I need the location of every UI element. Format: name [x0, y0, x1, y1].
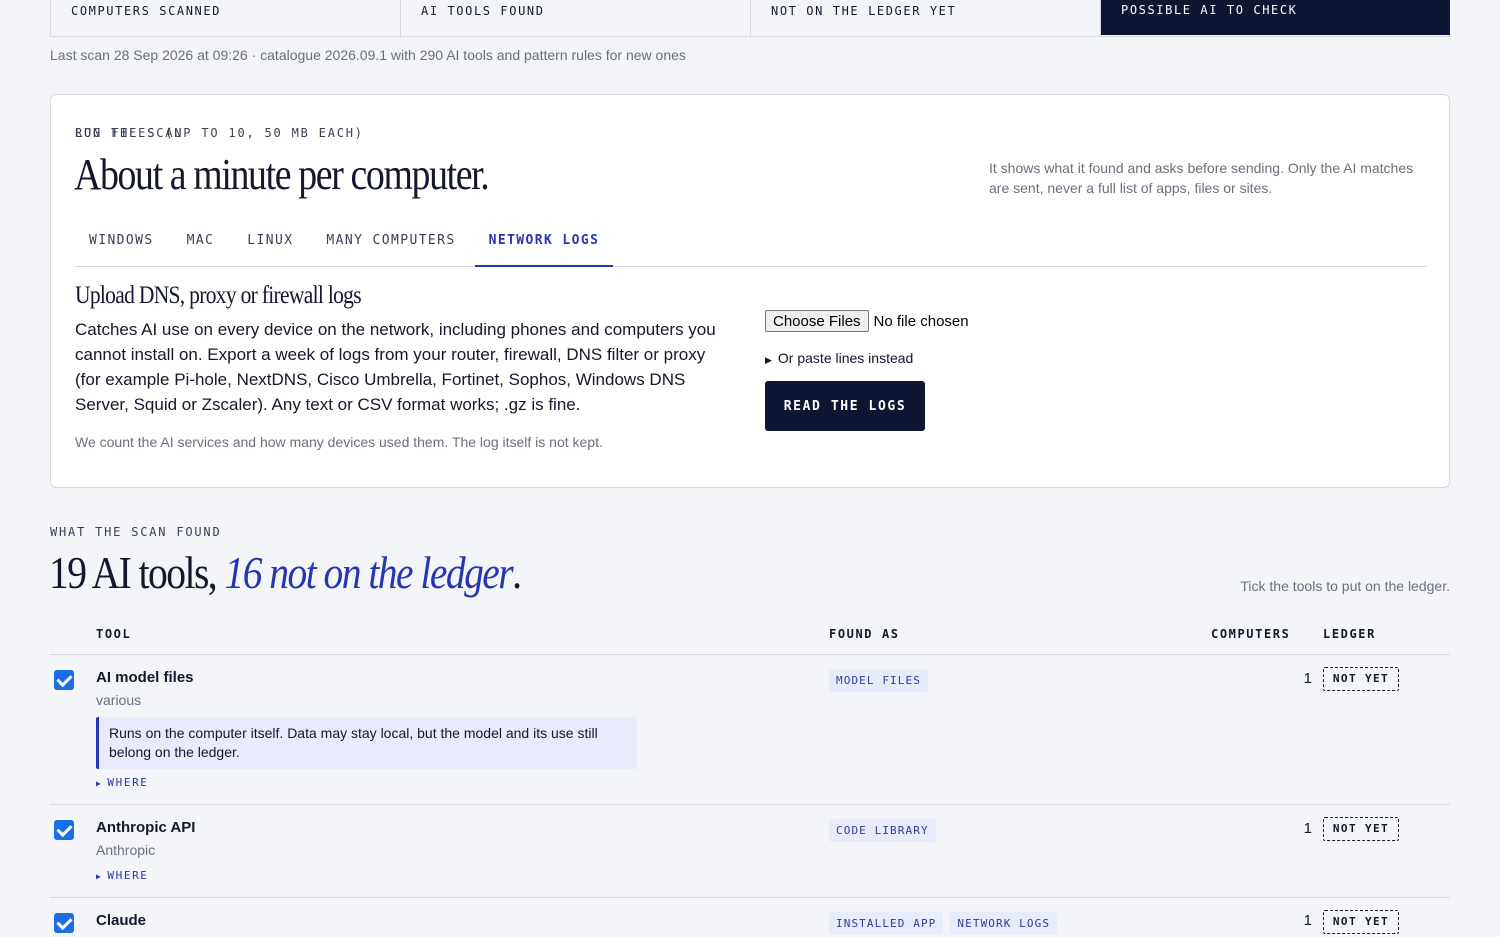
choose-files-button[interactable]: Choose Files: [765, 310, 869, 332]
table-row: Anthropic API Anthropic ▶ WHERE CODE LIBR…: [50, 805, 1450, 898]
tab-mac[interactable]: MAC: [173, 227, 229, 267]
read-logs-button[interactable]: READ THE LOGS: [765, 381, 925, 431]
ledger-status[interactable]: NOT YET: [1323, 667, 1399, 691]
upload-title: Upload DNS, proxy or firewall logs: [75, 282, 362, 309]
computer-count: 1: [1303, 912, 1312, 929]
stat-ai-tools-found: AI TOOLS FOUND: [401, 0, 751, 36]
stat-not-on-ledger: NOT ON THE LEDGER YET: [751, 0, 1101, 36]
tool-name: Claude: [96, 912, 147, 929]
results-title-end: .: [512, 547, 522, 598]
disclosure-triangle-icon: ▶: [96, 779, 103, 788]
table-row: AI model files various Runs on the compu…: [50, 655, 1450, 805]
results-title: 19 AI tools, 16 not on the ledger.: [49, 546, 522, 599]
tab-many-computers[interactable]: MANY COMPUTERS: [312, 227, 469, 267]
upload-footnote: We count the AI services and how many de…: [75, 434, 603, 450]
paste-lines-toggle[interactable]: ▶ Or paste lines instead: [765, 350, 913, 366]
found-as-tags: INSTALLED APP NETWORK LOGS: [829, 912, 1064, 935]
results-title-count: 19 AI tools,: [49, 547, 225, 598]
tool-name: AI model files: [96, 669, 194, 686]
file-input: Choose Files No file chosen: [765, 310, 969, 332]
found-as-tag: INSTALLED APP: [829, 912, 944, 935]
platform-tabs: WINDOWS MAC LINUX MANY COMPUTERS NETWORK…: [75, 227, 1427, 267]
computer-count: 1: [1303, 670, 1312, 687]
stat-possible-ai[interactable]: POSSIBLE AI TO CHECK: [1101, 0, 1450, 35]
where-label: WHERE: [107, 776, 149, 789]
log-files-label: LOG FILES (UP TO 10, 50 MB EACH): [75, 126, 364, 140]
found-as-tags: MODEL FILES: [829, 669, 935, 692]
col-ledger: LEDGER: [1323, 627, 1376, 641]
found-as-tag: CODE LIBRARY: [829, 819, 936, 842]
tool-note: Runs on the computer itself. Data may st…: [96, 717, 637, 769]
row-checkbox[interactable]: [54, 670, 74, 690]
where-toggle[interactable]: ▶ WHERE: [96, 776, 149, 789]
col-found-as: FOUND AS: [829, 627, 900, 641]
privacy-note: It shows what it found and asks before s…: [989, 160, 1414, 196]
paste-lines-label: Or paste lines instead: [777, 350, 914, 366]
disclosure-triangle-icon: ▶: [96, 872, 103, 881]
upload-description: Catches AI use on every device on the ne…: [75, 320, 716, 414]
found-as-tags: CODE LIBRARY: [829, 819, 943, 842]
scan-meta: Last scan 28 Sep 2026 at 09:26 · catalog…: [50, 47, 686, 63]
tool-vendor: Anthropic: [96, 842, 156, 858]
run-scan-card: RUN THE SCAN About a minute per computer…: [50, 94, 1450, 488]
table-row: Claude INSTALLED APP NETWORK LOGS 1 NOT …: [50, 898, 1450, 937]
where-label: WHERE: [107, 869, 149, 882]
results-title-unledgered: 16 not on the ledger: [224, 547, 513, 598]
stats-strip: COMPUTERS SCANNED AI TOOLS FOUND NOT ON …: [50, 0, 1450, 37]
file-status: No file chosen: [873, 312, 969, 330]
tick-hint: Tick the tools to put on the ledger.: [1240, 578, 1450, 594]
tab-linux[interactable]: LINUX: [233, 227, 307, 267]
col-tool: TOOL: [96, 627, 132, 641]
col-computers: COMPUTERS: [1211, 627, 1291, 641]
disclosure-triangle-icon: ▶: [765, 355, 772, 365]
row-checkbox[interactable]: [54, 913, 74, 933]
row-checkbox[interactable]: [54, 820, 74, 840]
results-eyebrow: WHAT THE SCAN FOUND: [50, 525, 222, 539]
tab-windows[interactable]: WINDOWS: [75, 227, 168, 267]
computer-count: 1: [1303, 820, 1312, 837]
tool-vendor: various: [96, 692, 142, 708]
where-toggle[interactable]: ▶ WHERE: [96, 869, 149, 882]
tab-network-logs[interactable]: NETWORK LOGS: [474, 227, 614, 267]
results-table-header: TOOL FOUND AS COMPUTERS LEDGER: [50, 620, 1450, 655]
tool-name: Anthropic API: [96, 819, 196, 836]
ledger-status[interactable]: NOT YET: [1323, 910, 1399, 934]
found-as-tag: MODEL FILES: [829, 669, 928, 692]
run-title: About a minute per computer.: [74, 150, 490, 199]
ledger-status[interactable]: NOT YET: [1323, 817, 1399, 841]
found-as-tag: NETWORK LOGS: [950, 912, 1058, 935]
stat-computers-scanned: COMPUTERS SCANNED: [51, 0, 401, 36]
